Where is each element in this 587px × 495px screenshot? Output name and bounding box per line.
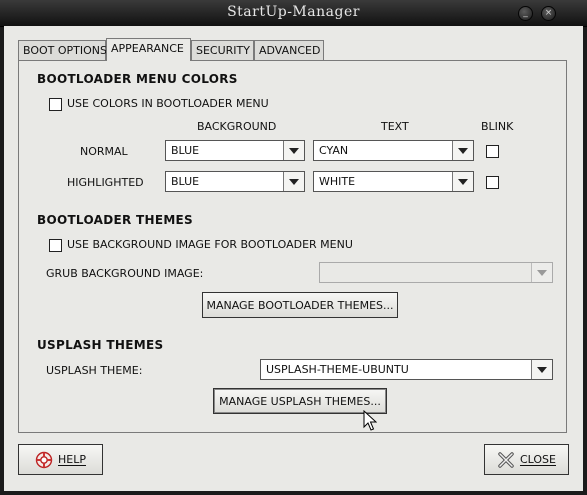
help-button-label: HELP (58, 453, 86, 466)
usplash-theme-value: USPLASH-THEME-UBUNTU (266, 363, 409, 376)
dropdown-arrow-icon (283, 141, 304, 160)
highlighted-text-select[interactable]: WHITE (313, 171, 474, 192)
mouse-cursor-icon (363, 410, 377, 431)
colors-section-title: BOOTLOADER MENU COLORS (37, 72, 238, 86)
use-colors-checkbox[interactable] (49, 98, 62, 111)
minimize-button[interactable]: _ (518, 6, 533, 21)
highlighted-background-value: BLUE (171, 175, 200, 188)
usplash-section-title: USPLASH THEMES (37, 338, 164, 352)
highlighted-blink-checkbox[interactable] (486, 176, 499, 189)
dropdown-arrow-icon (283, 172, 304, 191)
dropdown-arrow-icon (531, 263, 552, 282)
grub-background-label: GRUB BACKGROUND IMAGE: (46, 267, 204, 280)
normal-background-value: BLUE (171, 144, 200, 157)
normal-background-select[interactable]: BLUE (165, 140, 305, 161)
main-window: BOOT OPTIONS APPEARANCE SECURITY ADVANCE… (4, 26, 583, 491)
manage-usplash-themes-button[interactable]: MANAGE USPLASH THEMES... (213, 388, 387, 414)
dropdown-arrow-icon (452, 172, 473, 191)
normal-text-value: CYAN (319, 144, 349, 157)
dropdown-arrow-icon (452, 141, 473, 160)
blink-column-header: BLINK (481, 120, 514, 133)
close-button-label: CLOSE (519, 453, 556, 466)
appearance-panel: BOOTLOADER MENU COLORS USE COLORS IN BOO… (18, 60, 567, 433)
manage-bootloader-themes-button[interactable]: MANAGE BOOTLOADER THEMES... (202, 292, 398, 318)
background-column-header: BACKGROUND (197, 120, 277, 133)
tab-advanced[interactable]: ADVANCED (254, 40, 324, 60)
dropdown-arrow-icon (531, 360, 552, 379)
use-colors-label: USE COLORS IN BOOTLOADER MENU (67, 97, 269, 110)
themes-section-title: BOOTLOADER THEMES (37, 213, 194, 227)
use-background-image-label: USE BACKGROUND IMAGE FOR BOOTLOADER MENU (67, 238, 353, 251)
tab-boot-options[interactable]: BOOT OPTIONS (18, 40, 107, 60)
close-x-icon (497, 451, 515, 469)
highlighted-text-value: WHITE (319, 175, 356, 188)
tab-security[interactable]: SECURITY (191, 40, 254, 60)
grub-background-select[interactable] (319, 262, 553, 283)
text-column-header: TEXT (381, 120, 409, 133)
close-window-button[interactable]: × (541, 6, 556, 21)
lifebuoy-icon (35, 451, 53, 469)
use-background-image-checkbox[interactable] (49, 239, 62, 252)
normal-blink-checkbox[interactable] (486, 145, 499, 158)
close-button[interactable]: CLOSE (484, 444, 569, 475)
highlighted-row-label: HIGHLIGHTED (67, 176, 144, 189)
usplash-theme-select[interactable]: USPLASH-THEME-UBUNTU (260, 359, 553, 380)
normal-text-select[interactable]: CYAN (313, 140, 474, 161)
highlighted-background-select[interactable]: BLUE (165, 171, 305, 192)
tab-appearance[interactable]: APPEARANCE (106, 38, 191, 61)
usplash-theme-label: USPLASH THEME: (46, 364, 143, 377)
title-bar: StartUp-Manager _ × (0, 0, 587, 27)
window-title: StartUp-Manager (227, 4, 360, 20)
normal-row-label: NORMAL (80, 145, 128, 158)
help-button[interactable]: HELP (18, 444, 103, 475)
